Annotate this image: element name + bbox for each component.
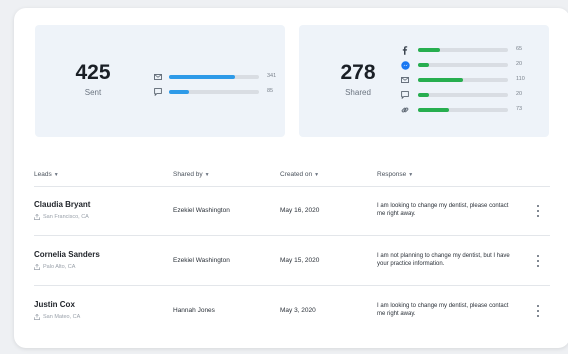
chat-icon [400, 90, 410, 100]
row-divider [34, 285, 550, 286]
sent-mail-value: 341 [267, 73, 277, 79]
lead-name[interactable]: Cornelia Sanders [34, 250, 100, 259]
shared-messenger-value: 20 [516, 61, 523, 67]
share-icon [34, 264, 40, 270]
facebook-icon [400, 45, 410, 55]
shared-mail-value: 110 [516, 76, 525, 82]
table-row[interactable]: Justin Cox San Mateo, CA Hannah Jones Ma… [34, 287, 550, 336]
sent-chat-value: 85 [267, 88, 274, 94]
shared-facebook-bar-fill [418, 48, 440, 52]
shared-link-bar-fill [418, 108, 449, 112]
share-icon [34, 314, 40, 320]
shared-link-bar-track [418, 108, 508, 112]
response-cell: I am not planning to change my dentist, … [377, 253, 510, 267]
dashboard-card: 425 Sent 341 85 278 Shared 65 20 110 20 … [14, 8, 568, 348]
row-divider [34, 235, 550, 236]
link-icon [400, 105, 410, 115]
shared-facebook-bar-track [418, 48, 508, 52]
caret-down-icon: ▼ [53, 172, 59, 178]
header-leads[interactable]: Leads ▼ [34, 171, 59, 178]
shared-chat-bar-track [418, 93, 508, 97]
mail-icon [153, 72, 163, 82]
shared-mail-bar-track [418, 78, 508, 82]
header-created-on-label: Created on [280, 171, 313, 178]
lead-location: Palo Alto, CA [34, 264, 75, 270]
header-response[interactable]: Response ▼ [377, 171, 413, 178]
sent-chat-bar-track [169, 90, 259, 94]
lead-name[interactable]: Justin Cox [34, 300, 75, 309]
caret-down-icon: ▼ [204, 172, 210, 178]
shared-count: 278 [340, 61, 376, 84]
sent-count: 425 [75, 61, 111, 84]
shared-link-value: 73 [516, 106, 523, 112]
sent-chat-bar-fill [169, 90, 189, 94]
shared-facebook-value: 65 [516, 46, 523, 52]
created-on-cell: May 3, 2020 [280, 307, 316, 314]
caret-down-icon: ▼ [314, 172, 320, 178]
lead-location-text: San Francisco, CA [43, 214, 89, 220]
shared-by-cell: Ezekiel Washington [173, 207, 230, 214]
caret-down-icon: ▼ [408, 172, 414, 178]
shared-chat-bar-fill [418, 93, 429, 97]
shared-label: Shared [345, 88, 371, 97]
lead-location-text: San Mateo, CA [43, 314, 81, 320]
sent-mail-bar-track [169, 75, 259, 79]
sent-label: Sent [84, 88, 102, 97]
table-row[interactable]: Claudia Bryant San Francisco, CA Ezekiel… [34, 187, 550, 236]
chat-icon [153, 87, 163, 97]
lead-location-text: Palo Alto, CA [43, 264, 76, 270]
lead-location: San Mateo, CA [34, 314, 80, 320]
header-leads-label: Leads [34, 171, 52, 178]
header-created-on[interactable]: Created on ▼ [280, 171, 319, 178]
lead-name[interactable]: Claudia Bryant [34, 200, 90, 209]
sent-mail-bar-fill [169, 75, 235, 79]
shared-mail-bar-fill [418, 78, 463, 82]
messenger-icon [400, 60, 410, 70]
created-on-cell: May 15, 2020 [280, 257, 320, 264]
shared-by-cell: Ezekiel Washington [173, 257, 230, 264]
shared-messenger-bar-fill [418, 63, 429, 67]
created-on-cell: May 16, 2020 [280, 207, 320, 214]
lead-location: San Francisco, CA [34, 214, 89, 220]
response-cell: I am looking to change my dentist, pleas… [377, 303, 509, 317]
mail-icon [400, 75, 410, 85]
response-cell: I am looking to change my dentist, pleas… [377, 203, 509, 217]
header-shared-by[interactable]: Shared by ▼ [173, 171, 210, 178]
shared-by-cell: Hannah Jones [173, 307, 215, 314]
header-shared-by-label: Shared by [173, 171, 203, 178]
share-icon [34, 214, 40, 220]
shared-chat-value: 20 [516, 91, 523, 97]
more-options-icon[interactable] [534, 305, 542, 317]
sent-stats-panel: 425 Sent 341 85 [35, 25, 285, 137]
more-options-icon[interactable] [534, 255, 542, 267]
table-row[interactable]: Cornelia Sanders Palo Alto, CA Ezekiel W… [34, 237, 550, 286]
header-response-label: Response [377, 171, 407, 178]
more-options-icon[interactable] [534, 205, 542, 217]
shared-messenger-bar-track [418, 63, 508, 67]
shared-stats-panel: 278 Shared 65 20 110 20 73 [299, 25, 549, 137]
